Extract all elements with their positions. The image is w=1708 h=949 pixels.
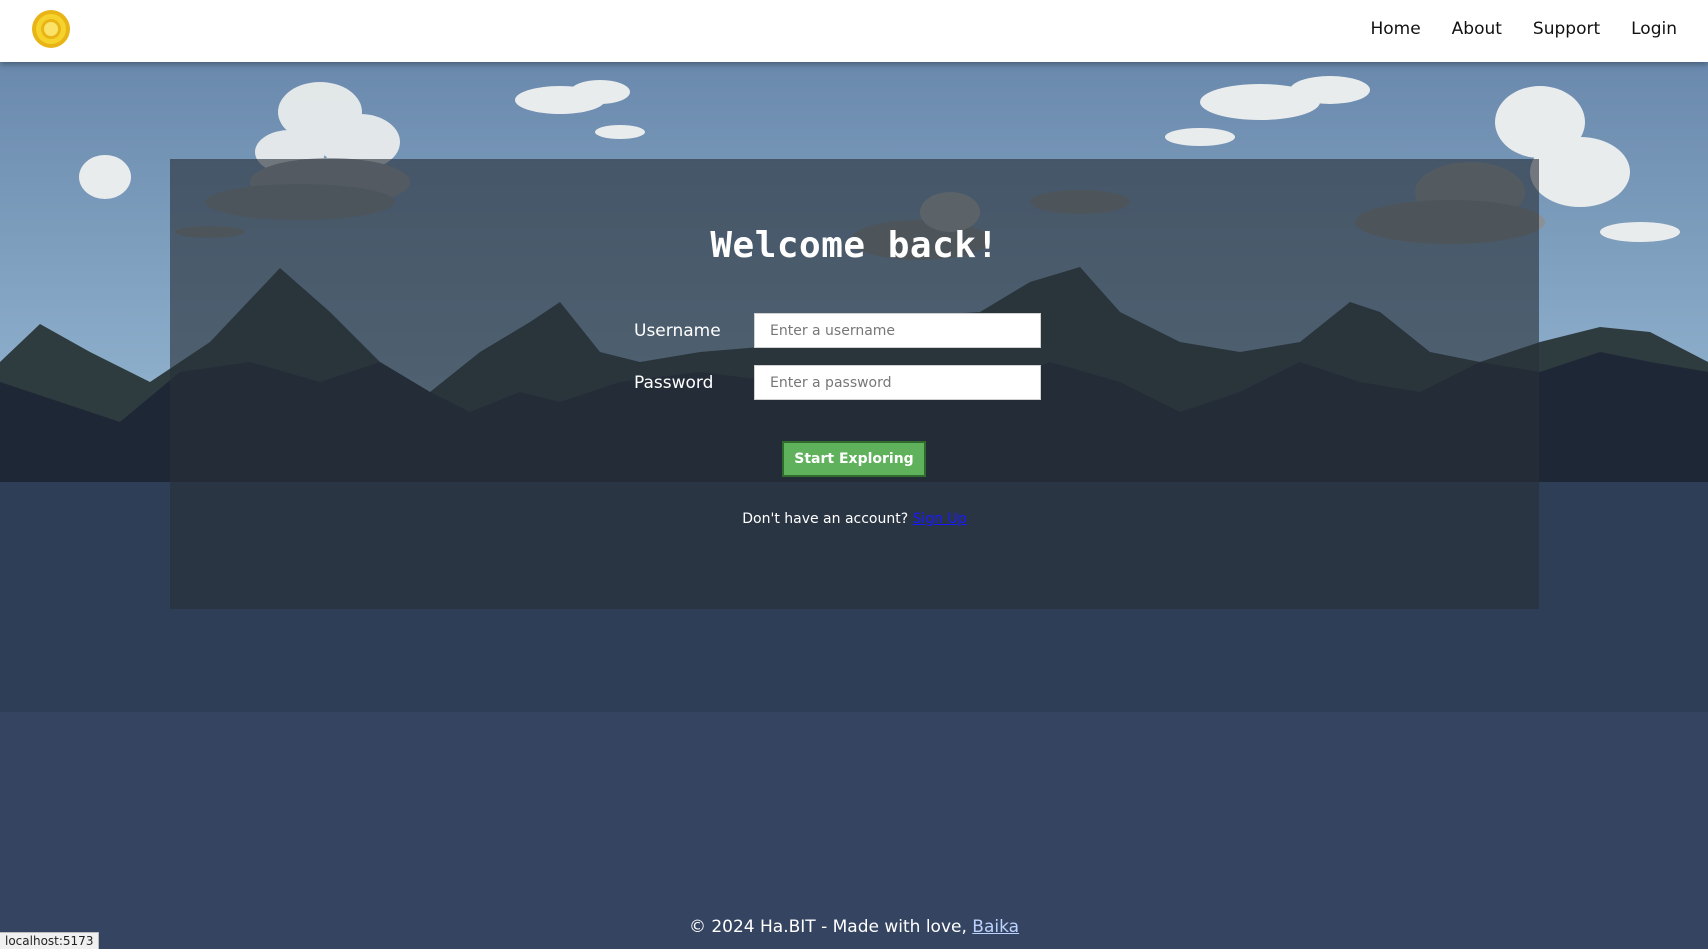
top-navbar: Home About Support Login: [0, 0, 1708, 62]
nav-home-link[interactable]: Home: [1370, 19, 1420, 39]
nav-links: Home About Support Login: [1370, 0, 1677, 57]
signup-link[interactable]: Sign Up: [913, 511, 967, 527]
start-exploring-button[interactable]: Start Exploring: [782, 441, 926, 477]
nav-login-link[interactable]: Login: [1631, 19, 1677, 39]
password-input[interactable]: [754, 365, 1041, 400]
browser-status-url: localhost:5173: [0, 932, 100, 949]
password-label: Password: [634, 372, 714, 393]
username-label: Username: [634, 320, 721, 341]
username-input[interactable]: [754, 313, 1041, 348]
login-card: Welcome back! Username Password Start Ex…: [170, 159, 1539, 609]
signup-prompt-text: Don't have an account?: [742, 511, 909, 527]
nav-about-link[interactable]: About: [1452, 19, 1502, 39]
password-row: Password: [634, 365, 1041, 400]
login-title: Welcome back!: [710, 225, 999, 266]
footer-author-link[interactable]: Baika: [972, 917, 1019, 937]
coin-icon[interactable]: [31, 9, 71, 49]
nav-support-link[interactable]: Support: [1533, 19, 1600, 39]
username-row: Username: [634, 313, 1041, 348]
footer: © 2024 Ha.BIT - Made with love, Baika: [0, 917, 1708, 937]
signup-prompt-line: Don't have an account? Sign Up: [170, 511, 1539, 527]
footer-text: © 2024 Ha.BIT - Made with love,: [688, 917, 967, 937]
